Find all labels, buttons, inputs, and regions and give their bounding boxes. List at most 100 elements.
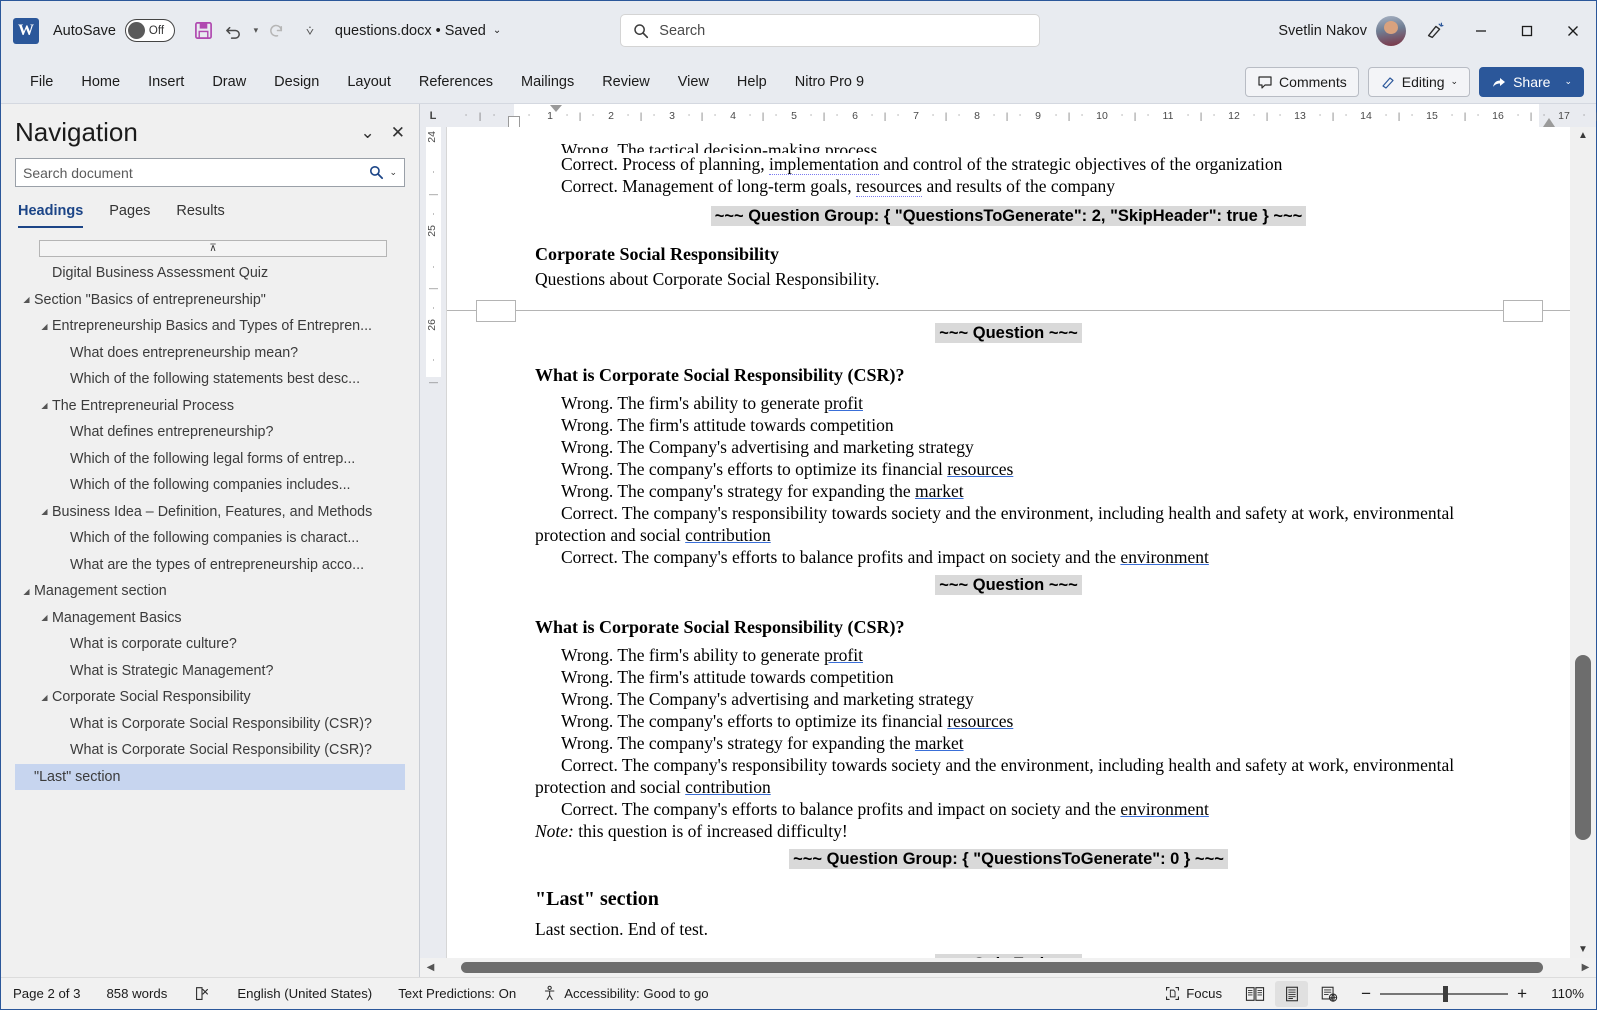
zoom-control[interactable]: − + 110%	[1361, 984, 1584, 1004]
nav-heading-item[interactable]: ◢ Entrepreneurship Basics and Types of En…	[15, 313, 405, 340]
navigation-scroll-up-button[interactable]: ⊼	[39, 240, 387, 257]
zoom-level-label[interactable]: 110%	[1536, 986, 1584, 1001]
vertical-ruler[interactable]: 24 ⋅ — ⋅ 25 ⋅ — ⋅ 26 ⋅ —	[420, 127, 446, 958]
doc-answer[interactable]: Wrong. The Company's advertising and mar…	[447, 688, 1570, 710]
status-accessibility[interactable]: Accessibility: Good to go	[542, 985, 709, 1002]
nav-heading-item[interactable]: ◢ The Entrepreneurial Process	[15, 393, 405, 420]
avatar[interactable]	[1375, 15, 1406, 46]
doc-answer[interactable]: Wrong. The firm's attitude towards compe…	[447, 414, 1570, 436]
doc-answer[interactable]: Wrong. The firm's ability to generate pr…	[447, 392, 1570, 414]
ribbon-tab-design[interactable]: Design	[261, 69, 332, 95]
collapse-triangle-icon[interactable]: ◢	[37, 401, 52, 410]
horizontal-scrollbar[interactable]: ◀ ▶	[420, 958, 1596, 977]
ribbon-tab-review[interactable]: Review	[589, 69, 663, 95]
nav-tab-pages[interactable]: Pages	[109, 203, 150, 228]
zoom-slider-handle[interactable]	[1443, 985, 1449, 1002]
undo-icon[interactable]	[219, 16, 249, 46]
horizontal-scroll-thumb[interactable]	[461, 962, 1543, 973]
search-input[interactable]: Search	[620, 14, 1041, 47]
scroll-left-arrow-icon[interactable]: ◀	[422, 962, 439, 973]
ribbon-tab-help[interactable]: Help	[724, 69, 780, 95]
first-line-indent-marker[interactable]	[550, 105, 562, 112]
collapse-triangle-icon[interactable]: ◢	[37, 693, 52, 702]
scroll-up-arrow-icon[interactable]: ▲	[1578, 130, 1588, 141]
nav-heading-item[interactable]: What is corporate culture?	[15, 631, 405, 658]
horizontal-ruler[interactable]: L ⋅ | ⋅ ⋅ 1 ⋅ | ⋅ 2 ⋅ | ⋅ 3 ⋅ | ⋅ 4 ⋅ | ⋅ 5	[420, 104, 1597, 127]
vertical-scrollbar[interactable]: ▲ ▼	[1570, 127, 1596, 958]
doc-paragraph[interactable]: Last section. End of test.	[447, 918, 1570, 940]
nav-heading-item[interactable]: ◢ Management Basics	[15, 605, 405, 632]
proofing-status-icon[interactable]	[193, 985, 211, 1003]
doc-paragraph[interactable]: Questions about Corporate Social Respons…	[447, 268, 1570, 290]
doc-answer[interactable]: Correct. The company's responsibility to…	[447, 502, 1570, 546]
doc-answer[interactable]: Wrong. The firm's attitude towards compe…	[447, 666, 1570, 688]
nav-heading-item[interactable]: Which of the following legal forms of en…	[15, 446, 405, 473]
doc-answer[interactable]: Wrong. The company's efforts to optimize…	[447, 458, 1570, 480]
nav-heading-item[interactable]: What is Corporate Social Responsibility …	[15, 711, 405, 738]
nav-heading-item[interactable]: What defines entrepreneurship?	[15, 419, 405, 446]
doc-question-title[interactable]: What is Corporate Social Responsibility …	[447, 616, 1570, 638]
nav-heading-item[interactable]: Which of the following companies include…	[15, 472, 405, 499]
doc-paragraph[interactable]: Wrong. The tactical decision-making proc…	[447, 139, 1570, 153]
ruler-strip[interactable]: ⋅ | ⋅ ⋅ 1 ⋅ | ⋅ 2 ⋅ | ⋅ 3 ⋅ | ⋅ 4 ⋅ | ⋅ 5 ⋅ | ⋅ 6 ⋅ | ⋅…	[446, 104, 1597, 127]
maximize-button[interactable]	[1504, 11, 1550, 51]
nav-heading-item[interactable]: ◢ Management section	[15, 578, 405, 605]
doc-question-title[interactable]: What is Corporate Social Responsibility …	[447, 364, 1570, 386]
doc-answer[interactable]: Correct. The company's responsibility to…	[447, 754, 1570, 798]
focus-mode-button[interactable]: Focus	[1164, 985, 1222, 1002]
ribbon-tab-view[interactable]: View	[665, 69, 722, 95]
collapse-triangle-icon[interactable]: ◢	[37, 322, 52, 331]
document-name[interactable]: questions.docx • Saved ⌄	[335, 23, 501, 39]
status-page-number[interactable]: Page 2 of 3	[13, 986, 80, 1001]
status-word-count[interactable]: 858 words	[106, 986, 167, 1001]
doc-answer[interactable]: Correct. The company's efforts to balanc…	[447, 546, 1570, 568]
save-icon[interactable]	[189, 16, 219, 46]
doc-paragraph[interactable]: Correct. Management of long-term goals, …	[447, 175, 1570, 197]
undo-dropdown-icon[interactable]: ▾	[249, 25, 263, 36]
doc-answer[interactable]: Wrong. The company's strategy for expand…	[447, 732, 1570, 754]
doc-answer[interactable]: Wrong. The company's efforts to optimize…	[447, 710, 1570, 732]
comments-button[interactable]: Comments	[1245, 66, 1359, 97]
status-language[interactable]: English (United States)	[237, 986, 372, 1001]
left-indent-marker[interactable]	[508, 116, 520, 127]
account-area[interactable]: Svetlin Nakov	[1278, 15, 1406, 46]
horizontal-scroll-track[interactable]	[439, 961, 1577, 974]
web-layout-button[interactable]	[1312, 981, 1345, 1007]
chevron-down-icon[interactable]: ⌄	[1451, 76, 1459, 87]
document-page[interactable]: Wrong. The tactical decision-making proc…	[446, 127, 1570, 958]
nav-heading-item[interactable]: What are the types of entrepreneurship a…	[15, 552, 405, 579]
close-icon[interactable]: ✕	[391, 123, 405, 143]
nav-heading-item[interactable]: ◢ Corporate Social Responsibility	[15, 684, 405, 711]
ribbon-tab-home[interactable]: Home	[68, 69, 133, 95]
share-button[interactable]: Share ⌄	[1479, 66, 1584, 97]
zoom-in-button[interactable]: +	[1517, 984, 1527, 1004]
nav-heading-item[interactable]: Which of the following statements best d…	[15, 366, 405, 393]
doc-question-group-marker[interactable]: ~~~ Question Group: { "QuestionsToGenera…	[447, 847, 1570, 870]
doc-note[interactable]: Note: this question is of increased diff…	[447, 820, 1570, 842]
ribbon-tab-draw[interactable]: Draw	[199, 69, 259, 95]
document-text[interactable]: Wrong. The tactical decision-making proc…	[447, 127, 1570, 958]
collapse-triangle-icon[interactable]: ◢	[19, 295, 34, 304]
redo-icon[interactable]	[263, 16, 293, 46]
zoom-slider-track[interactable]	[1380, 985, 1509, 1002]
vertical-scroll-track[interactable]	[1570, 141, 1596, 944]
ribbon-tab-mailings[interactable]: Mailings	[508, 69, 587, 95]
collapse-triangle-icon[interactable]: ◢	[19, 587, 34, 596]
doc-answer[interactable]: Correct. The company's efforts to balanc…	[447, 798, 1570, 820]
ribbon-tab-references[interactable]: References	[406, 69, 506, 95]
collapse-triangle-icon[interactable]: ◢	[37, 613, 52, 622]
nav-heading-item-selected[interactable]: "Last" section	[15, 763, 405, 790]
doc-answer[interactable]: Wrong. The firm's ability to generate pr…	[447, 644, 1570, 666]
doc-paragraph[interactable]: Correct. Process of planning, implementa…	[447, 153, 1570, 175]
navigation-search-input[interactable]: Search document ⌄	[15, 158, 405, 187]
document-name-chevron-icon[interactable]: ⌄	[493, 25, 501, 36]
read-mode-button[interactable]	[1238, 981, 1271, 1007]
tab-stop-selector[interactable]: L	[420, 104, 446, 127]
status-text-predictions[interactable]: Text Predictions: On	[398, 986, 516, 1001]
doc-answer[interactable]: Wrong. The company's strategy for expand…	[447, 480, 1570, 502]
nav-heading-item[interactable]: What is Corporate Social Responsibility …	[15, 737, 405, 764]
doc-section-heading[interactable]: "Last" section	[447, 888, 1570, 910]
close-button[interactable]	[1550, 11, 1596, 51]
minimize-button[interactable]	[1458, 11, 1504, 51]
share-chevron-down-icon[interactable]: ⌄	[1564, 76, 1572, 87]
